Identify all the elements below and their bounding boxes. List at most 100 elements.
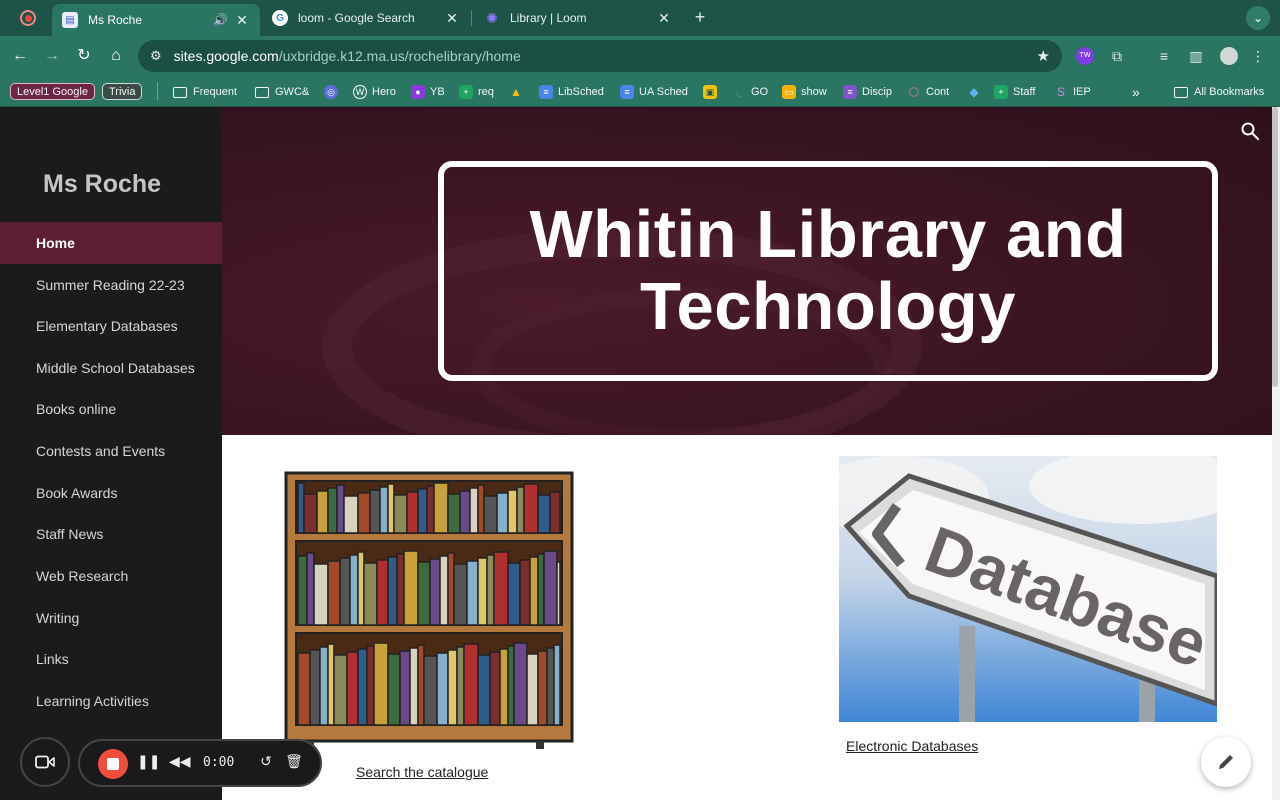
- home-button[interactable]: ⌂: [104, 44, 128, 68]
- bookmark-iep[interactable]: S IEP: [1054, 83, 1091, 101]
- bookmark-drive[interactable]: ▲: [509, 83, 528, 101]
- nav-item-elementary-databases[interactable]: Elementary Databases: [0, 305, 222, 347]
- close-icon[interactable]: ✕: [656, 10, 672, 27]
- tab-ms-roche[interactable]: ▤ Ms Roche 🔊 ✕: [52, 4, 260, 36]
- edit-page-button[interactable]: [1201, 737, 1251, 787]
- forward-button[interactable]: →: [40, 44, 64, 68]
- book-spine: [303, 493, 318, 534]
- bookmark-req[interactable]: + req: [459, 83, 494, 101]
- nav-item-learning-activities[interactable]: Learning Activities: [0, 680, 222, 722]
- extensions-puzzle-icon[interactable]: ⧉: [1105, 44, 1129, 68]
- bookmark-drop[interactable]: ◆: [967, 83, 986, 101]
- book-spine: [507, 645, 515, 726]
- bookmark-show[interactable]: ▭ show: [782, 83, 827, 101]
- bookmark-ua-sched[interactable]: ≡ UA Sched: [620, 83, 688, 101]
- extension-icon[interactable]: TW: [1076, 47, 1094, 65]
- bookmark-cont[interactable]: ⬡ Cont: [907, 83, 950, 101]
- bookmark-libsched[interactable]: ≡ LibSched: [539, 83, 604, 101]
- google-forms-icon: ≡: [843, 85, 857, 99]
- site-title[interactable]: Ms Roche: [43, 170, 161, 199]
- book-spine: [409, 647, 419, 726]
- scrollbar-thumb[interactable]: [1272, 107, 1278, 387]
- stop-recording-button[interactable]: [98, 749, 128, 779]
- book-spine: [543, 550, 558, 626]
- bookmark-globe[interactable]: ◎: [324, 83, 343, 101]
- close-icon[interactable]: ✕: [234, 12, 250, 29]
- electronic-databases-link[interactable]: Electronic Databases: [846, 738, 978, 754]
- nav-item-staff-news[interactable]: Staff News: [0, 513, 222, 555]
- bookmark-staff[interactable]: + Staff: [994, 83, 1035, 101]
- reading-list-icon[interactable]: ≡: [1152, 44, 1176, 68]
- tab-title: loom - Google Search: [298, 11, 415, 25]
- book-spine: [319, 646, 329, 726]
- rewind-icon[interactable]: ◀◀: [169, 753, 191, 770]
- bookmarks-overflow-button[interactable]: »: [1132, 83, 1140, 101]
- bookmark-folder-frequent[interactable]: Frequent: [173, 83, 237, 101]
- tab-search-button[interactable]: ⌄: [1246, 6, 1270, 30]
- page-scrollbar[interactable]: [1272, 107, 1280, 800]
- bookmark-classroom[interactable]: ▣: [703, 83, 722, 101]
- profile-avatar[interactable]: [1218, 45, 1240, 67]
- book-spine: [387, 653, 401, 726]
- pause-icon[interactable]: ❚❚: [137, 753, 160, 770]
- book-spine: [423, 655, 438, 726]
- nav-item-middle-school-databases[interactable]: Middle School Databases: [0, 347, 222, 389]
- close-icon[interactable]: ✕: [444, 10, 460, 27]
- tab-title: Library | Loom: [510, 11, 587, 25]
- bookmark-label: Staff: [1013, 86, 1036, 98]
- bookmark-yb[interactable]: ● YB: [411, 83, 445, 101]
- bookmark-label: GWC&: [275, 86, 310, 98]
- back-button[interactable]: ←: [8, 44, 32, 68]
- speaker-icon[interactable]: 🔊: [213, 13, 228, 27]
- address-bar[interactable]: ⚙ sites.google.com /uxbridge.k12.ma.us/r…: [138, 40, 1062, 72]
- database-sign-image[interactable]: Database: [839, 456, 1217, 722]
- bookmark-level1-google[interactable]: Level1 Google: [10, 83, 95, 100]
- menu-kebab-icon[interactable]: ⋮: [1246, 44, 1270, 68]
- site-sidebar: Ms Roche Home Summer Reading 22-23 Eleme…: [0, 107, 222, 800]
- book-spine: [447, 649, 458, 726]
- loom-icon: ✺: [486, 9, 498, 26]
- bookmark-trivia[interactable]: Trivia: [102, 83, 143, 100]
- bookmark-label: Cont: [926, 86, 950, 98]
- hero-banner: Whitin Library and Technology: [222, 107, 1272, 435]
- book-spine: [477, 557, 488, 626]
- nav-item-book-awards[interactable]: Book Awards: [0, 472, 222, 514]
- trash-icon[interactable]: 🗑: [284, 753, 304, 770]
- nav-item-contests-events[interactable]: Contests and Events: [0, 430, 222, 472]
- side-panel-icon[interactable]: ▥: [1184, 44, 1208, 68]
- web-page: Ms Roche Home Summer Reading 22-23 Eleme…: [0, 107, 1280, 800]
- bookmark-go[interactable]: ◟ GO: [732, 83, 768, 101]
- droplet-icon: ◆: [969, 85, 979, 99]
- nav-item-writing[interactable]: Writing: [0, 597, 222, 639]
- nav-item-links[interactable]: Links: [0, 638, 222, 680]
- nav-item-books-online[interactable]: Books online: [0, 388, 222, 430]
- google-docs-icon: ≡: [620, 85, 634, 99]
- loom-camera-button[interactable]: [20, 737, 70, 787]
- book-spine: [477, 654, 491, 726]
- book-spine: [469, 487, 479, 534]
- book-spine: [537, 494, 551, 534]
- nav-item-home[interactable]: Home: [0, 222, 222, 264]
- nav-item-summer-reading[interactable]: Summer Reading 22-23: [0, 264, 222, 306]
- bookmark-discip[interactable]: ≡ Discip: [843, 83, 892, 101]
- bookmark-folder-gwc[interactable]: GWC&: [255, 83, 309, 101]
- tab-library-loom[interactable]: ✺ Library | Loom ✕: [474, 4, 682, 32]
- tab-loom-google-search[interactable]: G loom - Google Search ✕: [262, 4, 470, 32]
- all-bookmarks-folder[interactable]: All Bookmarks: [1174, 83, 1264, 101]
- new-tab-button[interactable]: +: [690, 7, 710, 27]
- bookmark-star-icon[interactable]: ★: [1037, 47, 1050, 65]
- book-spine: [436, 652, 449, 726]
- bookmark-label: req: [478, 86, 494, 98]
- book-spine: [516, 486, 525, 534]
- restart-icon[interactable]: ↺: [256, 753, 276, 770]
- search-catalogue-link[interactable]: Search the catalogue: [356, 764, 488, 780]
- hero-title-line: Whitin Library and: [529, 197, 1127, 272]
- site-info-icon[interactable]: ⚙: [150, 48, 162, 64]
- reload-button[interactable]: ↻: [72, 44, 96, 68]
- bookshelf-image[interactable]: [276, 455, 576, 749]
- bookmark-hero[interactable]: W Hero: [353, 83, 396, 101]
- search-icon[interactable]: [1240, 121, 1260, 141]
- book-spine: [336, 484, 345, 534]
- recording-timer: 0:00: [203, 755, 235, 770]
- nav-item-web-research[interactable]: Web Research: [0, 555, 222, 597]
